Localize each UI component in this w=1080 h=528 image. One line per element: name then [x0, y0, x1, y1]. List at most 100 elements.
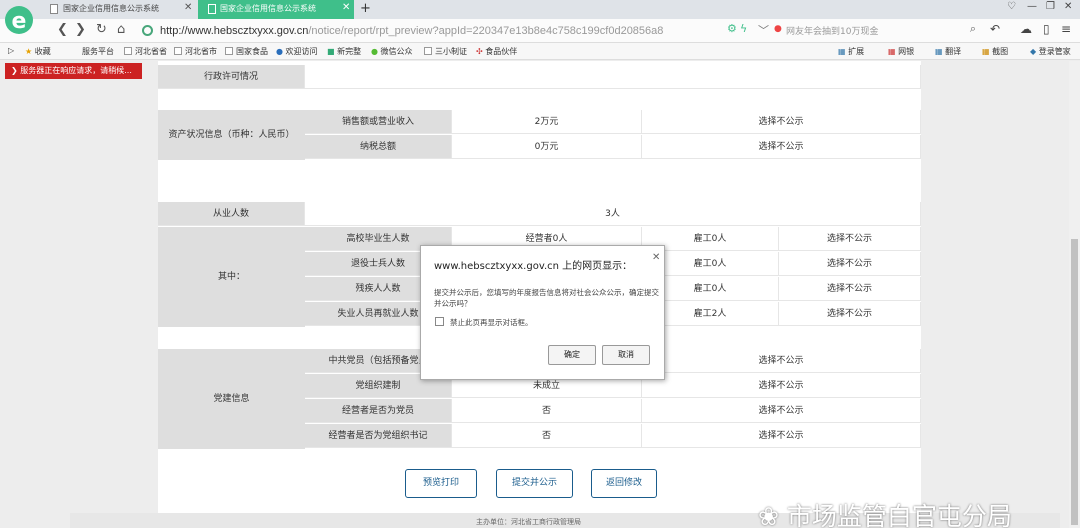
row-label: 纳税总额 [305, 135, 452, 159]
skin-icon[interactable]: ♡ [1007, 1, 1016, 12]
row-public-status: 选择不公示 [779, 277, 921, 301]
dialog-title: www.hebscztxyxx.gov.cn 上的网页显示： [434, 261, 633, 272]
dialog-message: 提交并公示后，您填写的年度报告信息将对社会公众公示，确定提交并公示吗？ [434, 288, 659, 308]
print-preview-button[interactable]: 预览打印 [405, 469, 477, 498]
extensions-menu[interactable]: ▦ 扩展 [838, 46, 864, 57]
row-public-status: 选择不公示 [779, 227, 921, 251]
bookmark-food-partner[interactable]: ✣ 食品伙伴 [476, 46, 517, 57]
employees-label: 从业人数 [158, 202, 305, 226]
compat-mode-icon[interactable]: ⚙ [727, 22, 737, 35]
page-icon [208, 4, 216, 14]
admin-license-row: 行政许可情况 [158, 65, 921, 89]
bookmark-hebei-city[interactable]: 河北省市 [174, 46, 217, 57]
suppress-dialogs-checkbox[interactable] [435, 317, 444, 326]
navigation-bar: ❮ ❯ ↻ ⌂ http://www.hebscztxyxx.gov.cn/no… [0, 19, 1080, 43]
chevron-down-icon[interactable]: ﹀ [758, 22, 769, 38]
table-row: 纳税总额 0万元 选择不公示 [158, 135, 921, 159]
tab-strip: e 国家企业信用信息公示系统 ✕ 国家企业信用信息公示系统 ✕ + ♡ — ❐ … [0, 0, 1080, 34]
translate-menu[interactable]: ▦ 翻译 [935, 46, 961, 57]
row-value: 2万元 [452, 110, 642, 134]
page-icon [124, 47, 132, 55]
bookmark-hebei-province[interactable]: 河北省省 [124, 46, 167, 57]
sidebar-toggle-icon[interactable]: ▷ [8, 46, 14, 55]
login-manager[interactable]: ◆ 登录管家 [1030, 46, 1071, 57]
table-row: 经营者是否为党组织书记 否 选择不公示 [158, 424, 921, 448]
bookmark-license[interactable]: 三小制证 [424, 46, 467, 57]
search-engine-icon: ● [774, 24, 782, 34]
row-public-status: 选择不公示 [779, 302, 921, 326]
table-row: 经营者是否为党员 否 选择不公示 [158, 399, 921, 423]
wechat-icon: ❀ [758, 502, 779, 528]
site-security-icon [142, 25, 153, 36]
bookmark-national-food[interactable]: 国家食品 [225, 46, 268, 57]
cloud-icon[interactable]: ☁ [1020, 22, 1032, 36]
svg-text:e: e [12, 9, 27, 34]
loading-notice: ❯ 服务器正在响应请求，请稍候... [5, 63, 142, 79]
reload-icon[interactable]: ↻ [96, 22, 107, 37]
close-icon[interactable]: ✕ [342, 2, 350, 13]
url-text[interactable]: http://www.hebscztxyxx.gov.cn/notice/rep… [160, 25, 663, 37]
row-label: 经营者是否为党员 [305, 399, 452, 423]
address-bar[interactable]: http://www.hebscztxyxx.gov.cn/notice/rep… [140, 22, 720, 40]
page-icon [225, 47, 233, 55]
row-value: 否 [452, 424, 642, 448]
close-icon[interactable]: ✕ [184, 2, 192, 13]
back-edit-button[interactable]: 返回修改 [591, 469, 657, 498]
page-icon [174, 47, 182, 55]
minimize-icon[interactable]: — [1027, 1, 1037, 12]
row-value: 0万元 [452, 135, 642, 159]
employees-value: 3人 [305, 202, 921, 226]
row-public-status: 选择不公示 [642, 399, 921, 423]
tab-enterprise-credit-2[interactable]: 国家企业信用信息公示系统 ✕ [198, 0, 354, 19]
employees-row: 从业人数 3人 [158, 202, 921, 226]
restore-icon[interactable]: ❐ [1046, 1, 1055, 12]
row-label: 销售额或营业收入 [305, 110, 452, 134]
footer-text: 主办单位：河北省工商行政管理局 [476, 518, 581, 526]
row-public-status: 选择不公示 [642, 135, 921, 159]
row-public-status: 选择不公示 [642, 349, 921, 373]
row-public-status: 选择不公示 [642, 110, 921, 134]
cancel-button[interactable]: 取消 [602, 345, 650, 365]
menu-icon[interactable]: ≡ [1061, 22, 1071, 36]
lightning-icon[interactable]: ϟ [740, 22, 747, 35]
table-row: 销售额或营业收入 2万元 选择不公示 [158, 110, 921, 134]
tab-title: 国家企业信用信息公示系统 [63, 4, 159, 13]
search-icon[interactable]: ⌕ [970, 22, 976, 36]
bookmark-new[interactable]: ■ 新完整 [327, 46, 361, 57]
row-public-status: 选择不公示 [642, 374, 921, 398]
page-scrollbar[interactable] [1069, 61, 1080, 528]
bookmark-welcome[interactable]: ● 欢迎访问 [276, 46, 318, 57]
bookmark-favorites[interactable]: ★ 收藏 [25, 46, 51, 57]
home-icon[interactable]: ⌂ [117, 22, 125, 37]
scrollbar-thumb[interactable] [1071, 239, 1078, 525]
screenshot-menu[interactable]: ▦ 截图 [982, 46, 1008, 57]
row-label: 经营者是否为党组织书记 [305, 424, 452, 448]
search-placeholder: 网友年会抽到10万现金 [786, 27, 879, 37]
row-value: 否 [452, 399, 642, 423]
watermark: ❀ 市场监管白官屯分局 [758, 497, 1012, 528]
tab-title: 国家企业信用信息公示系统 [220, 4, 316, 13]
bookmark-service-platform[interactable]: 服务平台 [82, 46, 114, 57]
bookmarks-bar: ▷ ★ 收藏 服务平台 河北省省 河北省市 国家食品 ● 欢迎访问 ■ 新完整 … [0, 43, 1080, 60]
bank-menu[interactable]: ▦ 网银 [888, 46, 914, 57]
submit-publish-button[interactable]: 提交并公示 [496, 469, 573, 498]
admin-license-value [305, 65, 921, 89]
back-icon[interactable]: ❮ [57, 22, 68, 37]
suppress-dialogs-label: 禁止此页再显示对话框。 [450, 318, 533, 327]
confirm-dialog: www.hebscztxyxx.gov.cn 上的网页显示： ✕ 提交并公示后，… [420, 245, 665, 380]
forward-icon[interactable]: ❯ [75, 22, 86, 37]
row-public-status: 选择不公示 [642, 424, 921, 448]
search-input[interactable]: ● 网友年会抽到10万现金 ⌕ [772, 22, 978, 39]
admin-license-label: 行政许可情况 [158, 65, 305, 89]
undo-icon[interactable]: ↶ [990, 22, 1000, 36]
ok-button[interactable]: 确定 [548, 345, 596, 365]
close-window-icon[interactable]: ✕ [1064, 1, 1072, 12]
row-public-status: 选择不公示 [779, 252, 921, 276]
phone-icon[interactable]: ▯ [1043, 22, 1050, 36]
browser-logo-icon: e [5, 6, 33, 34]
page-icon [50, 4, 58, 14]
page-icon [424, 47, 432, 55]
bookmark-wechat[interactable]: ● 微信公众 [371, 46, 413, 57]
new-tab-button[interactable]: + [360, 1, 371, 16]
close-icon[interactable]: ✕ [652, 252, 660, 263]
